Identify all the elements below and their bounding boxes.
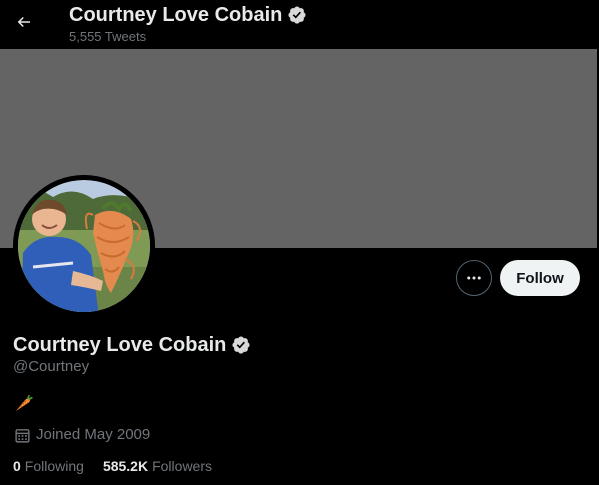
- joined-date-text: Joined May 2009: [36, 426, 151, 443]
- avatar[interactable]: [13, 175, 155, 317]
- profile-name: Courtney Love Cobain: [13, 334, 227, 356]
- follow-stats: 0 Following 585.2K Followers: [13, 457, 212, 475]
- followers-label: Followers: [152, 458, 212, 474]
- followers-count: 585.2K: [102, 458, 149, 474]
- tweet-count: 5,555 Tweets: [69, 29, 147, 44]
- ellipsis-icon: [465, 269, 483, 287]
- profile-name-row: Courtney Love Cobain: [13, 333, 251, 357]
- followers-link[interactable]: 585.2K Followers: [103, 457, 212, 475]
- joined-date: Joined May 2009: [14, 426, 150, 444]
- following-count: 0: [13, 458, 21, 474]
- follow-button[interactable]: Follow: [500, 260, 580, 296]
- verified-badge-icon: [231, 335, 251, 355]
- calendar-icon: [14, 427, 31, 444]
- more-options-button[interactable]: [456, 260, 492, 296]
- verified-badge-icon: [287, 5, 307, 25]
- back-button[interactable]: [8, 6, 40, 38]
- header-title: Courtney Love Cobain: [69, 4, 283, 26]
- profile-header: Courtney Love Cobain 5,555 Tweets: [0, 0, 599, 49]
- bio-carrot-emoji-icon: [13, 393, 35, 413]
- arrow-left-icon: [15, 13, 33, 31]
- following-link[interactable]: 0 Following: [13, 457, 84, 475]
- following-label: Following: [24, 458, 84, 474]
- header-title-row: Courtney Love Cobain: [69, 3, 307, 27]
- profile-handle: @Courtney: [13, 358, 90, 375]
